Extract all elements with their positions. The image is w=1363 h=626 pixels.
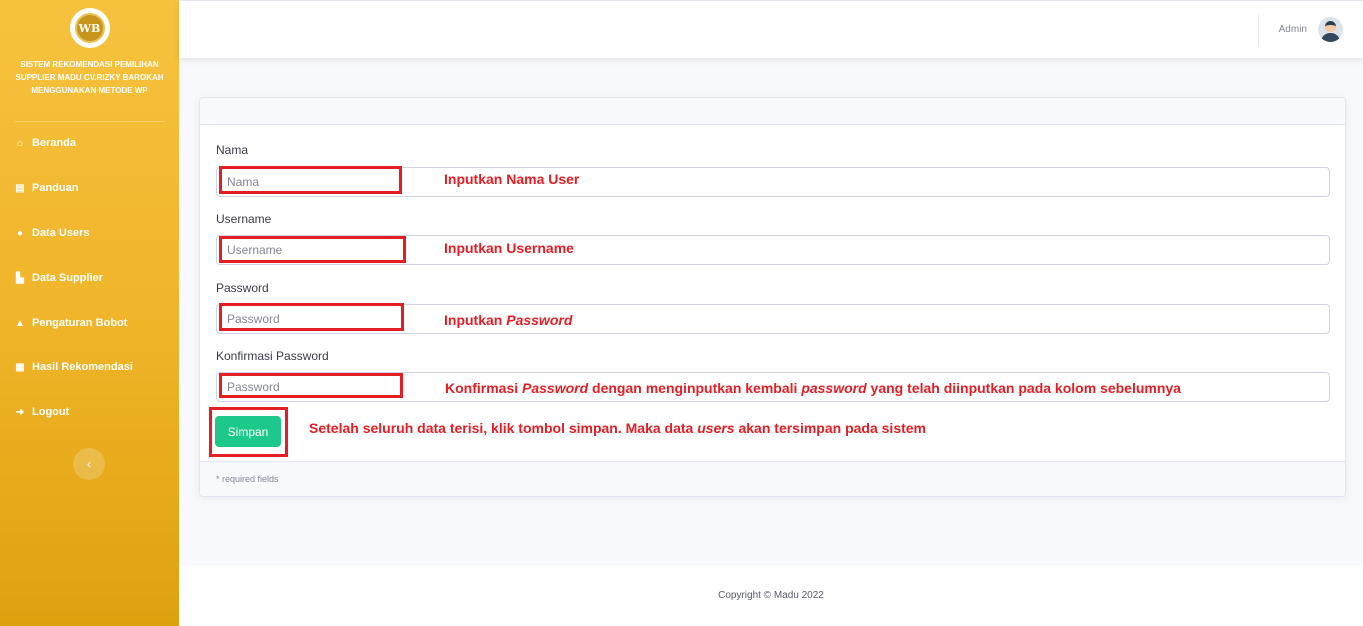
- password-input[interactable]: [216, 304, 1330, 334]
- required-fields-note: * required fields: [216, 474, 279, 484]
- brand-title: SISTEM REKOMENDASI PEMILIHAN SUPPLIER MA…: [15, 60, 164, 95]
- sidebar-item-label: Pengaturan Bobot: [32, 317, 128, 329]
- sidebar-item-label: Logout: [32, 406, 70, 418]
- konfirmasi-password-annotation: Konfirmasi Password dengan menginputkan …: [445, 380, 1181, 396]
- sidebar-item-logout[interactable]: ➜ Logout: [13, 403, 69, 421]
- card-footer: * required fields: [200, 461, 1345, 496]
- user-name: Admin: [1278, 24, 1307, 35]
- simpan-annotation: Setelah seluruh data terisi, klik tombol…: [309, 420, 927, 436]
- sidebar: WB SISTEM REKOMENDASI PEMILIHAN SUPPLIER…: [0, 0, 179, 626]
- calculator-icon: ▦: [15, 361, 25, 373]
- topbar-divider: [1258, 15, 1259, 47]
- nama-input[interactable]: [216, 167, 1330, 197]
- sidebar-item-hasil-rekomendasi[interactable]: ▦ Hasil Rekomendasi: [13, 358, 133, 376]
- password-label: Password: [216, 281, 269, 295]
- sidebar-item-pengaturan-bobot[interactable]: ▲ Pengaturan Bobot: [13, 314, 127, 332]
- nama-annotation: Inputkan Nama User: [444, 171, 580, 187]
- page-footer: Copyright © Madu 2022: [179, 566, 1363, 626]
- username-input[interactable]: [216, 235, 1330, 265]
- sign-out-icon: ➜: [15, 406, 25, 418]
- topbar: Admin: [179, 0, 1363, 58]
- avatar: [1318, 17, 1343, 42]
- sidebar-brand[interactable]: WB SISTEM REKOMENDASI PEMILIHAN SUPPLIER…: [0, 8, 179, 97]
- bell-icon: ▲: [15, 317, 25, 329]
- konfirmasi-password-label: Konfirmasi Password: [216, 349, 329, 363]
- chevron-left-icon: ‹: [87, 457, 91, 471]
- sidebar-item-label: Beranda: [32, 137, 77, 149]
- password-annotation: Inputkan Password: [444, 312, 573, 328]
- nama-label: Nama: [216, 143, 249, 157]
- sidebar-item-data-users[interactable]: ● Data Users: [13, 224, 90, 242]
- industry-icon: ▙: [16, 272, 24, 284]
- brand-logo-text: WB: [74, 13, 105, 43]
- sidebar-toggle-button[interactable]: ‹: [73, 448, 105, 480]
- simpan-button[interactable]: Simpan: [215, 416, 281, 447]
- sidebar-item-label: Hasil Rekomendasi: [32, 361, 133, 373]
- sidebar-item-label: Panduan: [32, 182, 79, 194]
- card-header: [200, 98, 1345, 125]
- sidebar-item-data-supplier[interactable]: ▙ Data Supplier: [13, 269, 103, 287]
- sidebar-divider: [14, 121, 165, 122]
- add-user-card: Nama Inputkan Nama User Username Inputka…: [199, 97, 1346, 497]
- home-icon: ⌂: [16, 137, 24, 149]
- users-icon: ●: [16, 227, 24, 239]
- sidebar-item-label: Data Supplier: [32, 272, 103, 284]
- user-menu[interactable]: Admin: [1279, 17, 1343, 42]
- username-annotation: Inputkan Username: [444, 240, 574, 256]
- username-label: Username: [216, 212, 272, 226]
- brand-logo: WB: [69, 8, 110, 48]
- sidebar-item-beranda[interactable]: ⌂ Beranda: [13, 134, 76, 152]
- sidebar-item-panduan[interactable]: ▤ Panduan: [13, 179, 78, 197]
- book-icon: ▤: [15, 182, 25, 194]
- copyright-text: Copyright © Madu 2022: [718, 590, 824, 601]
- sidebar-item-label: Data Users: [32, 227, 90, 239]
